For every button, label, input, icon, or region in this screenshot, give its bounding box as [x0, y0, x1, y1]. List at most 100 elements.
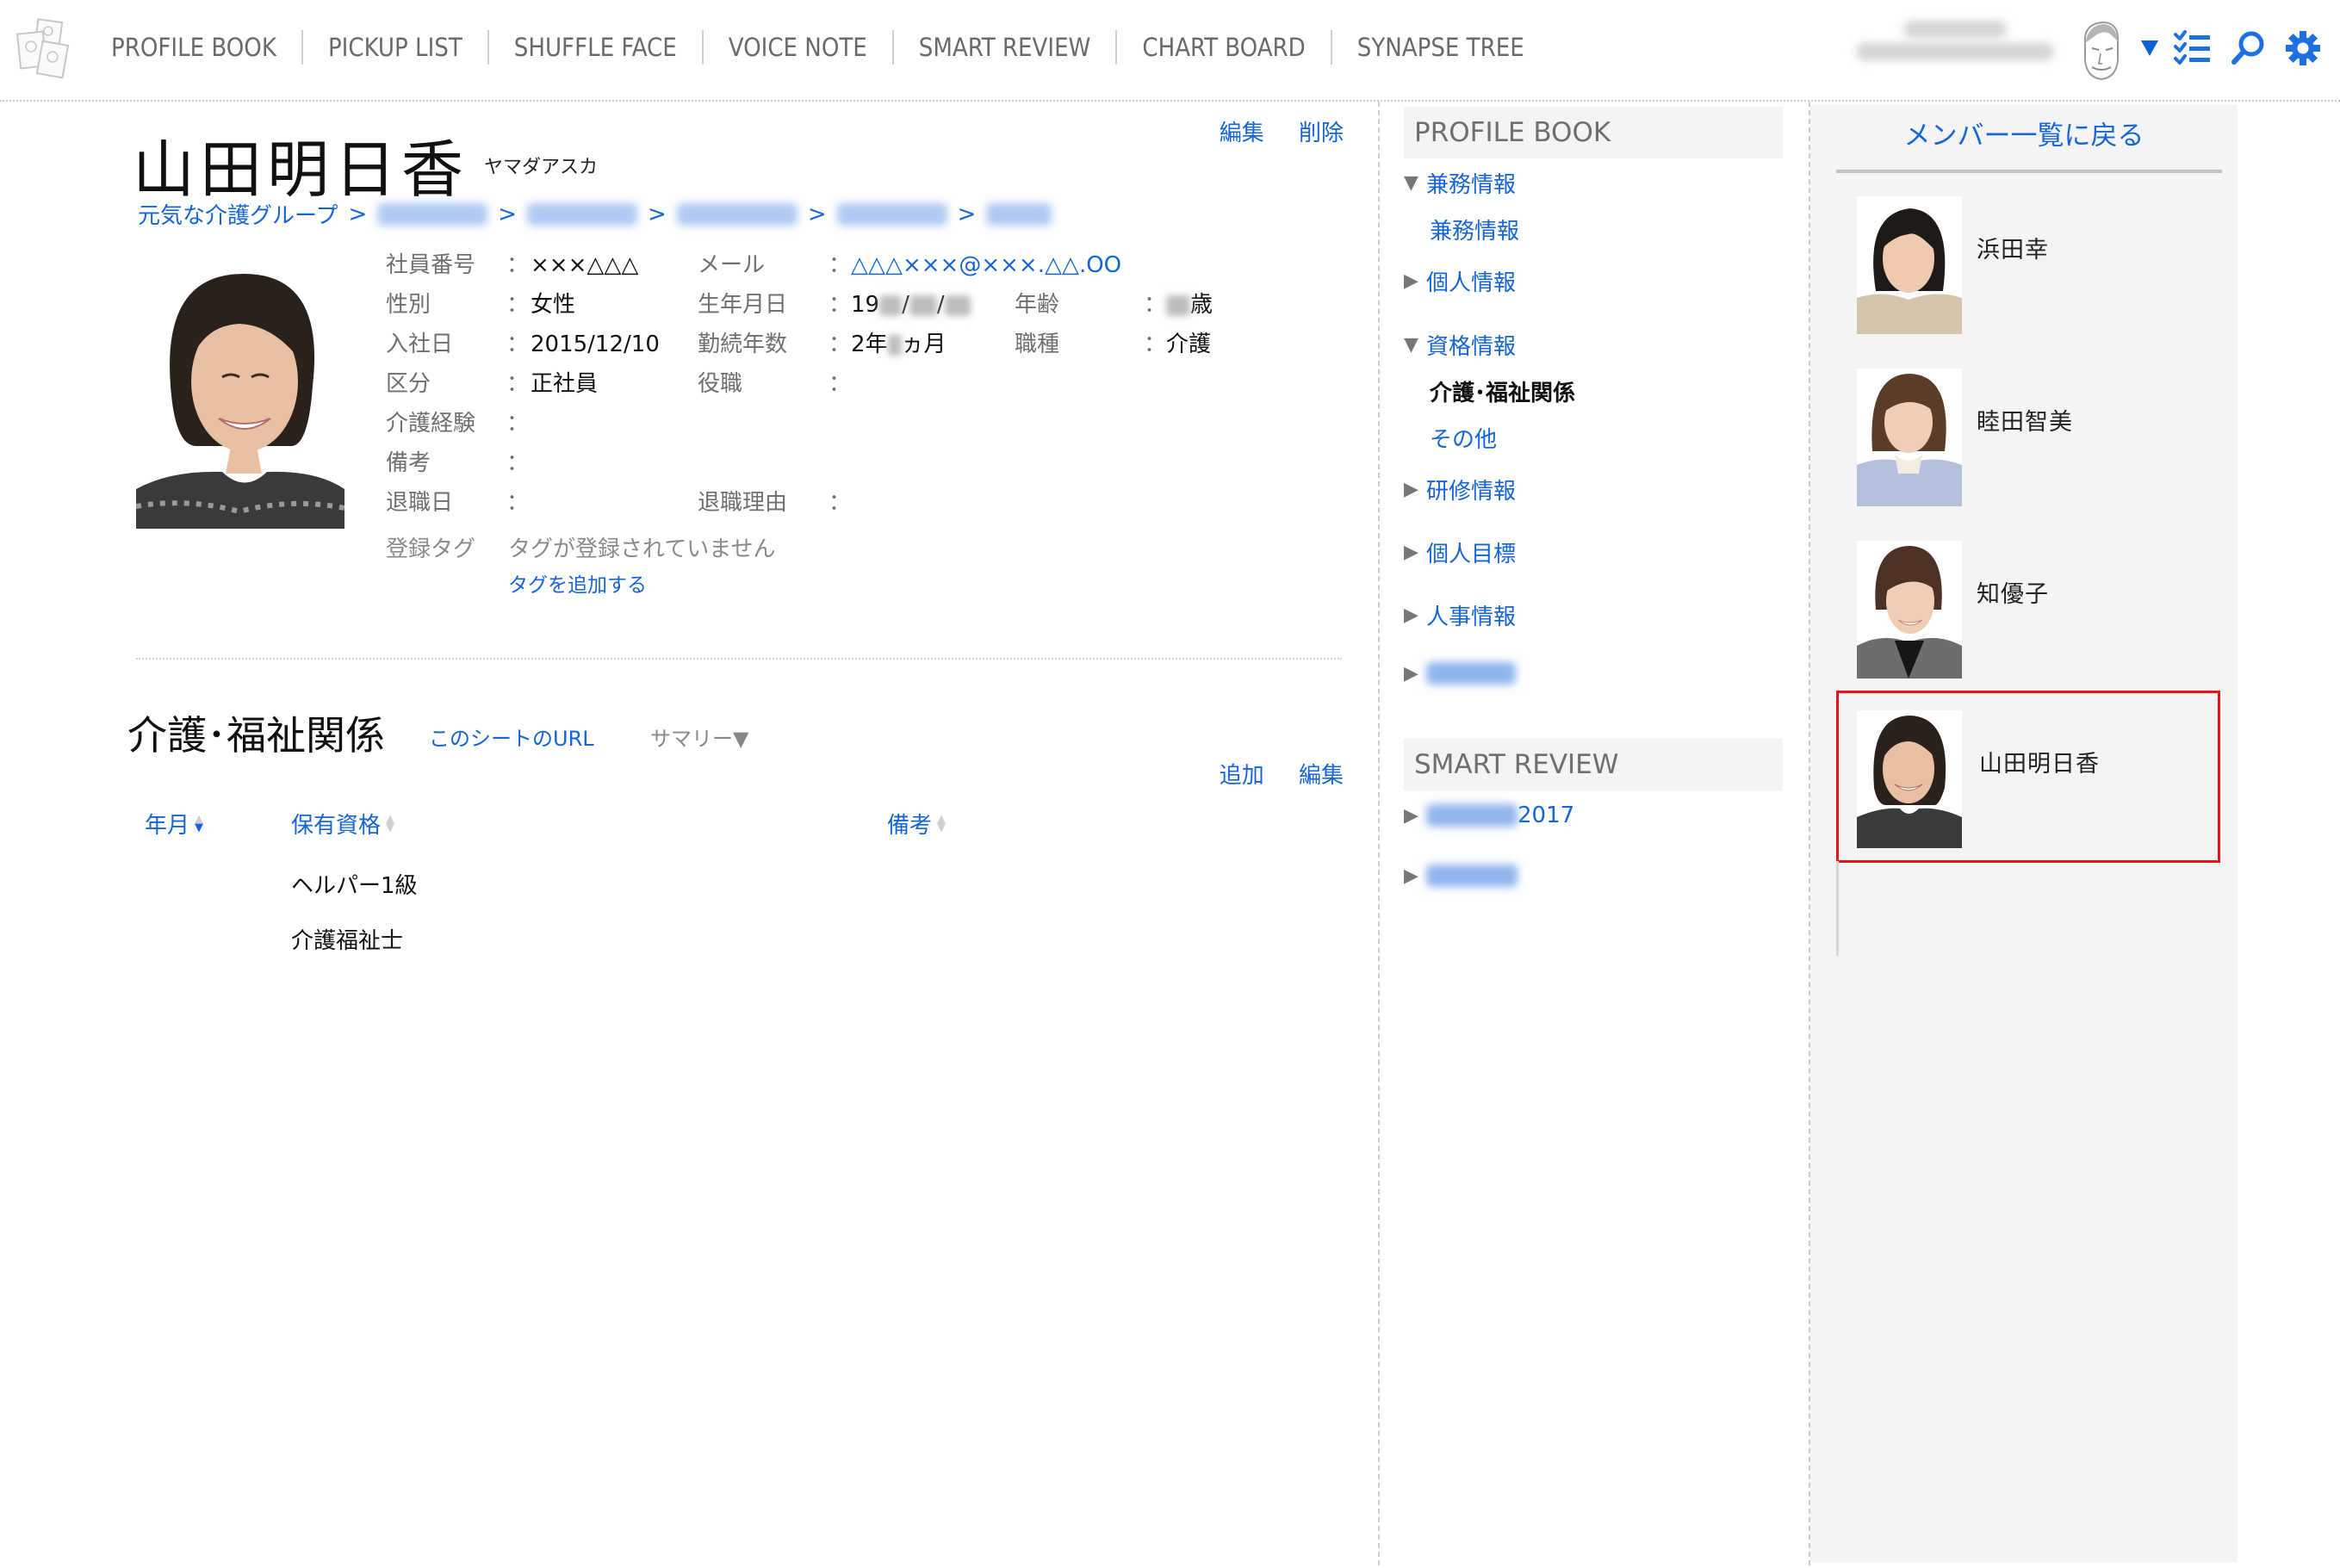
sidebar-heading-smart-review: SMART REVIEW [1404, 739, 1783, 790]
nav-voice-note[interactable]: VOICE NOTE [704, 28, 892, 67]
collapsed-triangle-icon: ▶ [1404, 604, 1418, 626]
collapsed-triangle-icon: ▶ [1404, 479, 1418, 500]
search-icon[interactable] [2229, 29, 2267, 67]
user-menu-dropdown-icon[interactable] [2138, 29, 2162, 67]
sidebar-review-item[interactable]: ▶ [1404, 865, 1518, 887]
blurred-text [944, 294, 971, 316]
colon: ： [506, 332, 530, 357]
column-header-date[interactable]: 年月 ▲ ▼ [145, 808, 203, 840]
tags-label: 登録タグ [386, 536, 476, 562]
sidebar-item-hr-info[interactable]: ▶ 人事情報 [1404, 599, 1516, 631]
delete-profile-link[interactable]: 削除 [1299, 121, 1344, 146]
tags-empty-message: タグが登録されていません [508, 536, 776, 562]
care-experience-label: 介護経験 [386, 411, 476, 437]
member-card[interactable]: 睦田智美 [1836, 360, 2220, 529]
colon: ： [829, 252, 852, 278]
column-label: 保有資格 [291, 813, 382, 839]
sidebar-item-qualifications[interactable]: ▼ 資格情報 [1404, 329, 1516, 361]
nav-smart-review[interactable]: SMART REVIEW [894, 28, 1116, 67]
sort-icon: ▲ ▼ [386, 812, 395, 834]
member-name: 浜田幸 [1977, 237, 2049, 263]
profile-name: 山田明日香 [133, 133, 469, 206]
breadcrumb-item-blurred[interactable] [527, 202, 638, 226]
email-label: メール [698, 252, 766, 278]
edit-record-link[interactable]: 編集 [1299, 763, 1344, 789]
nav-pickup-list[interactable]: PICKUP LIST [303, 28, 487, 67]
retire-reason-label: 退職理由 [698, 490, 788, 516]
edit-profile-link[interactable]: 編集 [1220, 121, 1264, 146]
sidebar-item-training[interactable]: ▶ 研修情報 [1404, 474, 1516, 505]
profile-photo [136, 257, 344, 529]
employee-no-value: ×××△△△ [531, 252, 639, 278]
breadcrumb-item-blurred[interactable] [836, 202, 947, 226]
colon: ： [506, 450, 530, 476]
sidebar-item-concurrent-duty[interactable]: ▼ 兼務情報 [1404, 167, 1516, 199]
member-photo [1857, 710, 1962, 848]
collapsed-triangle-icon: ▶ [1404, 865, 1418, 887]
members-panel: メンバー一覧に戻る 浜田幸 睦田智美 知優子 山田明日香 [1810, 105, 2238, 1562]
user-info-blurred [1843, 15, 2067, 84]
column-header-qualification[interactable]: 保有資格 ▲ ▼ [291, 808, 394, 840]
back-to-member-list-link[interactable]: メンバー一覧に戻る [1810, 114, 2238, 152]
sidebar-item-label: 個人情報 [1426, 270, 1517, 296]
sidebar-item-personal-info[interactable]: ▶ 個人情報 [1404, 265, 1516, 297]
tenure-months-suffix: ヵ月 [901, 332, 947, 357]
email-link[interactable]: △△△×××@×××.△△.OO [851, 248, 1121, 282]
sidebar-heading-profile-book: PROFILE BOOK [1404, 107, 1783, 158]
member-card[interactable]: 知優子 [1836, 532, 2220, 701]
expanded-triangle-icon: ▼ [1404, 172, 1418, 194]
member-card[interactable]: 浜田幸 [1836, 188, 2220, 356]
join-date-label: 入社日 [386, 332, 454, 357]
section-title: 介護･福祉関係 [127, 712, 385, 759]
age-value: 歳 [1166, 288, 1213, 322]
nav-shuffle-face[interactable]: SHUFFLE FACE [489, 28, 702, 67]
gear-icon[interactable] [2284, 29, 2322, 67]
member-photo [1857, 369, 1962, 506]
sidebar-item-personal-goals[interactable]: ▶ 個人目標 [1404, 536, 1516, 568]
collapsed-triangle-icon: ▶ [1404, 662, 1418, 685]
breadcrumb-separator: > [807, 201, 827, 227]
colon: ： [506, 371, 530, 397]
colon: ： [829, 371, 852, 397]
age-label: 年齢 [1015, 292, 1060, 318]
colon: ： [506, 411, 530, 437]
sidebar-subitem-care-welfare-active[interactable]: 介護･福祉関係 [1430, 375, 1575, 407]
nav-chart-board[interactable]: CHART BOARD [1117, 28, 1330, 67]
column-label: 年月 [145, 813, 190, 839]
sidebar-item-blurred[interactable]: ▶ [1404, 662, 1516, 685]
member-name: 山田明日香 [1979, 751, 2100, 778]
sidebar-item-label: 人事情報 [1426, 604, 1517, 630]
breadcrumb-item-blurred[interactable] [377, 202, 488, 226]
checklist-icon[interactable] [2172, 29, 2212, 67]
add-tag-link[interactable]: タグを追加する [508, 568, 647, 603]
age-suffix: 歳 [1190, 292, 1213, 318]
breadcrumb-separator: > [498, 201, 518, 227]
breadcrumb-item-blurred[interactable] [986, 202, 1052, 226]
profile-book-logo-icon[interactable] [16, 17, 72, 79]
member-photo [1857, 541, 1962, 679]
blurred-text [1166, 294, 1190, 316]
breadcrumb-item-blurred[interactable] [676, 202, 798, 226]
retire-date-label: 退職日 [386, 490, 454, 516]
sort-desc-icon: ▲ ▼ [195, 812, 204, 834]
breadcrumb-separator: > [648, 201, 667, 227]
sidebar-subitem-other[interactable]: その他 [1430, 422, 1497, 454]
sidebar-subitem-concurrent-duty[interactable]: 兼務情報 [1430, 214, 1519, 245]
user-avatar-icon[interactable] [2071, 17, 2132, 84]
sidebar-item-label: 個人目標 [1426, 542, 1517, 567]
column-header-notes[interactable]: 備考 ▲ ▼ [887, 808, 946, 840]
nav-profile-book[interactable]: PROFILE BOOK [86, 28, 301, 67]
summary-dropdown[interactable]: サマリー▼ [650, 722, 748, 752]
member-card-current[interactable]: 山田明日香 [1836, 691, 2220, 863]
column-divider [1378, 102, 1380, 1565]
colon: ： [506, 292, 530, 318]
sidebar-review-item[interactable]: ▶ 2017 [1404, 803, 1574, 828]
sheet-url-link[interactable]: このシートのURL [429, 722, 594, 752]
add-record-link[interactable]: 追加 [1220, 763, 1264, 789]
tenure-label: 勤続年数 [698, 332, 788, 357]
job-type-label: 職種 [1015, 332, 1060, 357]
breadcrumb-root[interactable]: 元気な介護グループ [138, 198, 338, 230]
column-label: 備考 [887, 813, 933, 839]
nav-synapse-tree[interactable]: SYNAPSE TREE [1332, 28, 1549, 67]
position-label: 役職 [698, 371, 743, 397]
